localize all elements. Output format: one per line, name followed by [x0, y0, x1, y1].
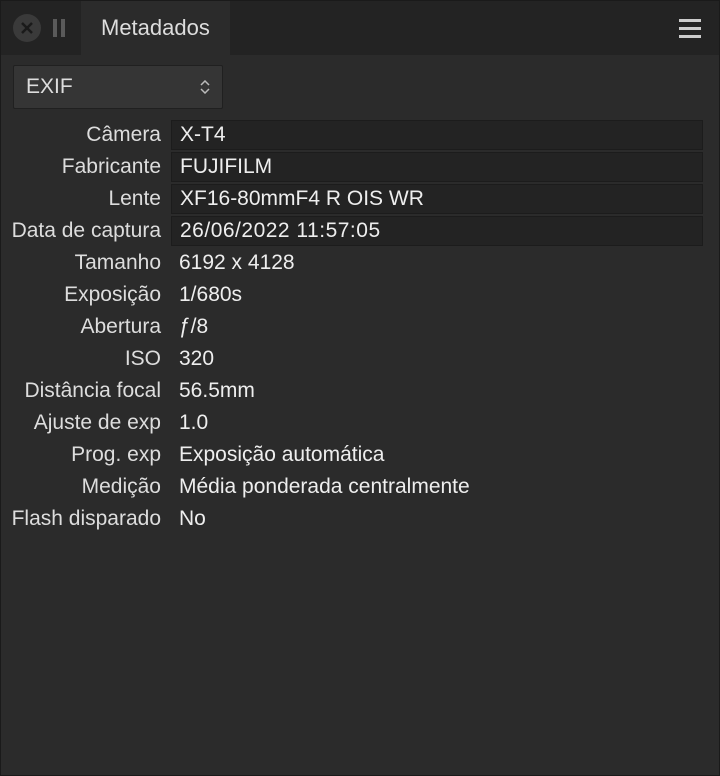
field-value: 1/680s: [171, 280, 703, 310]
field-label: Data de captura: [5, 219, 171, 243]
field-row: Distância focal56.5mm: [5, 375, 703, 407]
tab-metadata[interactable]: Metadados: [81, 1, 230, 55]
pause-icon: [53, 19, 65, 37]
field-value: Média ponderada centralmente: [171, 472, 703, 502]
field-label: Medição: [5, 475, 171, 499]
field-row: FabricanteFUJIFILM: [5, 151, 703, 183]
field-value: ƒ/8: [171, 312, 703, 342]
field-value[interactable]: 26/06/2022 11:57:05: [171, 216, 703, 246]
field-row: Exposição1/680s: [5, 279, 703, 311]
field-value[interactable]: XF16-80mmF4 R OIS WR: [171, 184, 703, 214]
field-row: Flash disparadoNo: [5, 503, 703, 535]
field-row: Tamanho6192 x 4128: [5, 247, 703, 279]
field-row: Data de captura 26/06/2022 11:57:05: [5, 215, 703, 247]
field-label: Flash disparado: [5, 507, 171, 531]
field-value[interactable]: X-T4: [171, 120, 703, 150]
field-row: Aberturaƒ/8: [5, 311, 703, 343]
selector-row: EXIF: [1, 55, 719, 113]
chevron-updown-icon: [200, 80, 210, 94]
field-value: 6192 x 4128: [171, 248, 703, 278]
field-row: LenteXF16-80mmF4 R OIS WR: [5, 183, 703, 215]
close-icon: [20, 21, 34, 35]
field-value[interactable]: FUJIFILM: [171, 152, 703, 182]
field-label: Câmera: [5, 123, 171, 147]
field-row: Ajuste de exp1.0: [5, 407, 703, 439]
field-label: Distância focal: [5, 379, 171, 403]
selector-value: EXIF: [26, 75, 73, 99]
field-value: No: [171, 504, 703, 534]
menu-button[interactable]: [679, 19, 701, 38]
hamburger-icon: [679, 19, 701, 22]
close-button[interactable]: [13, 14, 41, 42]
field-label: Exposição: [5, 283, 171, 307]
field-row: ISO320: [5, 343, 703, 375]
field-label: ISO: [5, 347, 171, 371]
field-value: 1.0: [171, 408, 703, 438]
field-row: CâmeraX-T4: [5, 119, 703, 151]
field-label: Abertura: [5, 315, 171, 339]
field-label: Prog. exp: [5, 443, 171, 467]
field-label: Fabricante: [5, 155, 171, 179]
field-value: 320: [171, 344, 703, 374]
field-label: Lente: [5, 187, 171, 211]
metadata-type-selector[interactable]: EXIF: [13, 65, 223, 109]
metadata-panel: Metadados EXIF CâmeraX-T4FabricanteFUJIF…: [0, 0, 720, 776]
field-value: Exposição automática: [171, 440, 703, 470]
panel-header: Metadados: [1, 1, 719, 55]
field-row: MediçãoMédia ponderada centralmente: [5, 471, 703, 503]
tab-label: Metadados: [101, 15, 210, 41]
fields-list: CâmeraX-T4FabricanteFUJIFILMLenteXF16-80…: [1, 113, 719, 535]
field-label: Tamanho: [5, 251, 171, 275]
field-value: 56.5mm: [171, 376, 703, 406]
field-row: Prog. expExposição automática: [5, 439, 703, 471]
field-label: Ajuste de exp: [5, 411, 171, 435]
